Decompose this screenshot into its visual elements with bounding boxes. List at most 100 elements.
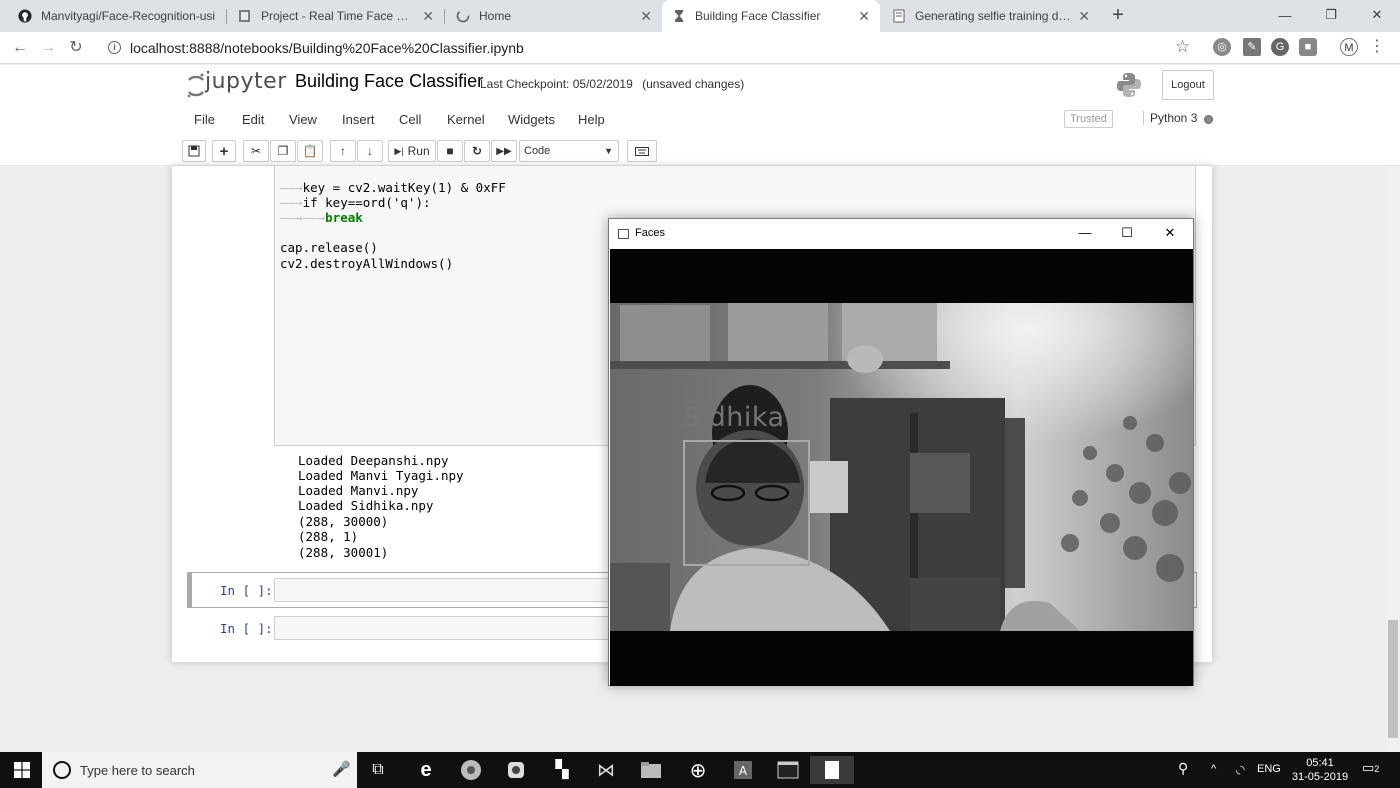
faces-window-titlebar[interactable]: Faces — ☐ ✕	[609, 219, 1193, 249]
jupyter-toolbar: + ✂ ❐ 📋 ↑ ↓ ▶| Run ■ ↻ ▶▶ Code ▼	[0, 136, 1400, 166]
avatar[interactable]: M	[1340, 38, 1358, 56]
scrollbar-thumb[interactable]	[1388, 620, 1398, 738]
svg-text:A: A	[739, 764, 748, 778]
fast-forward-icon[interactable]: ▶▶	[491, 140, 517, 162]
minimize-icon[interactable]: —	[1262, 0, 1308, 30]
restore-icon[interactable]: ❐	[1308, 0, 1354, 30]
taskbar-search-box[interactable]: Type here to search 🎤	[42, 752, 357, 788]
notification-icon[interactable]: ▭2	[1362, 760, 1379, 776]
tab-generating-selfie[interactable]: Generating selfie training data ✕	[882, 0, 1100, 32]
people-icon[interactable]: ⚲	[1178, 760, 1188, 777]
microphone-icon[interactable]: 🎤	[332, 760, 351, 778]
unsaved-indicator: (unsaved changes)	[642, 77, 745, 91]
url-text[interactable]: localhost:8888/notebooks/Building%20Face…	[130, 40, 524, 56]
logout-button[interactable]: Logout	[1162, 70, 1214, 100]
menu-insert[interactable]: Insert	[342, 112, 375, 127]
output-line: Loaded Manvi Tyagi.npy	[298, 468, 464, 483]
grammarly-icon[interactable]: G	[1271, 38, 1289, 56]
app-icon[interactable]: ▚	[540, 756, 584, 784]
language-indicator[interactable]: ENG	[1257, 763, 1281, 775]
keyboard-icon[interactable]	[627, 140, 657, 162]
run-button[interactable]: ▶| Run	[388, 140, 436, 162]
close-icon[interactable]: ✕	[640, 8, 652, 25]
close-icon[interactable]: ✕	[858, 8, 870, 25]
info-icon[interactable]: i	[108, 41, 121, 54]
tab-home[interactable]: Home ✕	[446, 0, 662, 32]
menu-kebab-icon[interactable]: ⋮	[1368, 38, 1386, 56]
menu-edit[interactable]: Edit	[242, 112, 264, 127]
move-up-icon[interactable]: ↑	[330, 140, 356, 162]
close-window-icon[interactable]: ✕	[1354, 0, 1400, 30]
chrome-icon[interactable]	[449, 756, 493, 784]
tab-project[interactable]: Project - Real Time Face Recog ✕	[228, 0, 444, 32]
save-icon[interactable]	[182, 140, 206, 162]
close-icon[interactable]: ✕	[1078, 8, 1090, 25]
tab-separator	[226, 9, 227, 24]
jupyter-menubar: File Edit View Insert Cell Kernel Widget…	[0, 105, 1400, 136]
back-icon[interactable]: ←	[10, 38, 30, 58]
menu-widgets[interactable]: Widgets	[508, 112, 555, 127]
windows-start-icon[interactable]	[14, 762, 30, 778]
tab-github[interactable]: Manvityagi/Face-Recognition-usi	[8, 0, 226, 32]
code-line: cap.release()	[280, 240, 378, 255]
faces-window[interactable]: Faces — ☐ ✕ Sidhika	[608, 218, 1194, 686]
output-line: Loaded Manvi.npy	[298, 483, 419, 498]
extension-icon[interactable]: ■	[1299, 38, 1317, 56]
tab-label: Project - Real Time Face Recog	[261, 9, 417, 23]
kernel-name: Python 3	[1143, 111, 1197, 125]
output-line: (288, 30000)	[298, 514, 389, 529]
file-explorer-icon[interactable]	[629, 756, 673, 784]
input-prompt: In [ ]:	[220, 583, 273, 598]
stop-icon[interactable]: ■	[437, 140, 463, 162]
minimize-icon[interactable]: —	[1075, 225, 1095, 243]
loading-icon	[456, 9, 470, 23]
reload-icon[interactable]: ↻	[66, 38, 86, 58]
pdf-app-icon[interactable]: A	[721, 756, 765, 784]
move-down-icon[interactable]: ↓	[357, 140, 383, 162]
restart-icon[interactable]: ↻	[464, 140, 490, 162]
windows-taskbar: Type here to search 🎤 ⧉ e ▚ ⋈ ⊕ A ⚲ ^ ◟◝…	[0, 752, 1400, 788]
visual-studio-icon[interactable]: ⋈	[584, 756, 628, 784]
browser-app-icon[interactable]: ⊕	[676, 756, 720, 784]
menu-view[interactable]: View	[289, 112, 317, 127]
tab-label: Home	[479, 9, 512, 23]
input-prompt: In [ ]:	[220, 621, 273, 636]
slack-icon[interactable]	[494, 756, 538, 784]
notebook-title[interactable]: Building Face Classifier	[295, 71, 483, 92]
cut-icon[interactable]: ✂	[243, 140, 269, 162]
terminal-icon[interactable]	[766, 756, 810, 784]
wifi-icon[interactable]: ◟◝	[1236, 763, 1245, 776]
tab-building-face-classifier[interactable]: Building Face Classifier ✕	[662, 0, 880, 32]
maximize-icon[interactable]: ☐	[1117, 225, 1137, 243]
taskbar-search-placeholder: Type here to search	[80, 763, 195, 778]
notepad-icon[interactable]	[810, 756, 854, 784]
chevron-up-icon[interactable]: ^	[1211, 763, 1216, 775]
pdf-extension-icon[interactable]: ✎	[1243, 38, 1261, 56]
jupyter-header: jupyter Building Face Classifier Last Ch…	[0, 65, 1400, 105]
paste-icon[interactable]: 📋	[297, 140, 323, 162]
menu-kernel[interactable]: Kernel	[447, 112, 485, 127]
github-icon	[18, 9, 32, 23]
copy-icon[interactable]: ❐	[270, 140, 296, 162]
face-bounding-box	[683, 440, 810, 566]
menu-file[interactable]: File	[194, 112, 215, 127]
add-cell-icon[interactable]: +	[212, 140, 236, 162]
new-tab-button[interactable]: +	[1108, 5, 1128, 25]
cell-type-value: Code	[524, 145, 551, 157]
edge-icon[interactable]: e	[404, 756, 448, 784]
checkpoint-status: Last Checkpoint: 05/02/2019 (unsaved cha…	[480, 77, 744, 91]
menu-help[interactable]: Help	[578, 112, 605, 127]
cell-type-select[interactable]: Code ▼	[519, 140, 619, 162]
taskbar-clock[interactable]: 05:41 31-05-2019	[1290, 756, 1350, 784]
forward-icon[interactable]: →	[38, 38, 58, 58]
address-bar[interactable]: i localhost:8888/notebooks/Building%20Fa…	[100, 36, 1204, 60]
notebook-icon	[892, 9, 906, 23]
run-label: Run	[407, 144, 430, 158]
close-icon[interactable]: ✕	[1160, 225, 1180, 243]
close-icon[interactable]: ✕	[422, 8, 434, 25]
star-icon[interactable]: ☆	[1175, 37, 1190, 57]
trusted-indicator[interactable]: Trusted	[1064, 110, 1113, 128]
task-view-icon[interactable]: ⧉	[356, 756, 400, 784]
extension-icon[interactable]: ◎	[1213, 38, 1231, 56]
menu-cell[interactable]: Cell	[399, 112, 421, 127]
